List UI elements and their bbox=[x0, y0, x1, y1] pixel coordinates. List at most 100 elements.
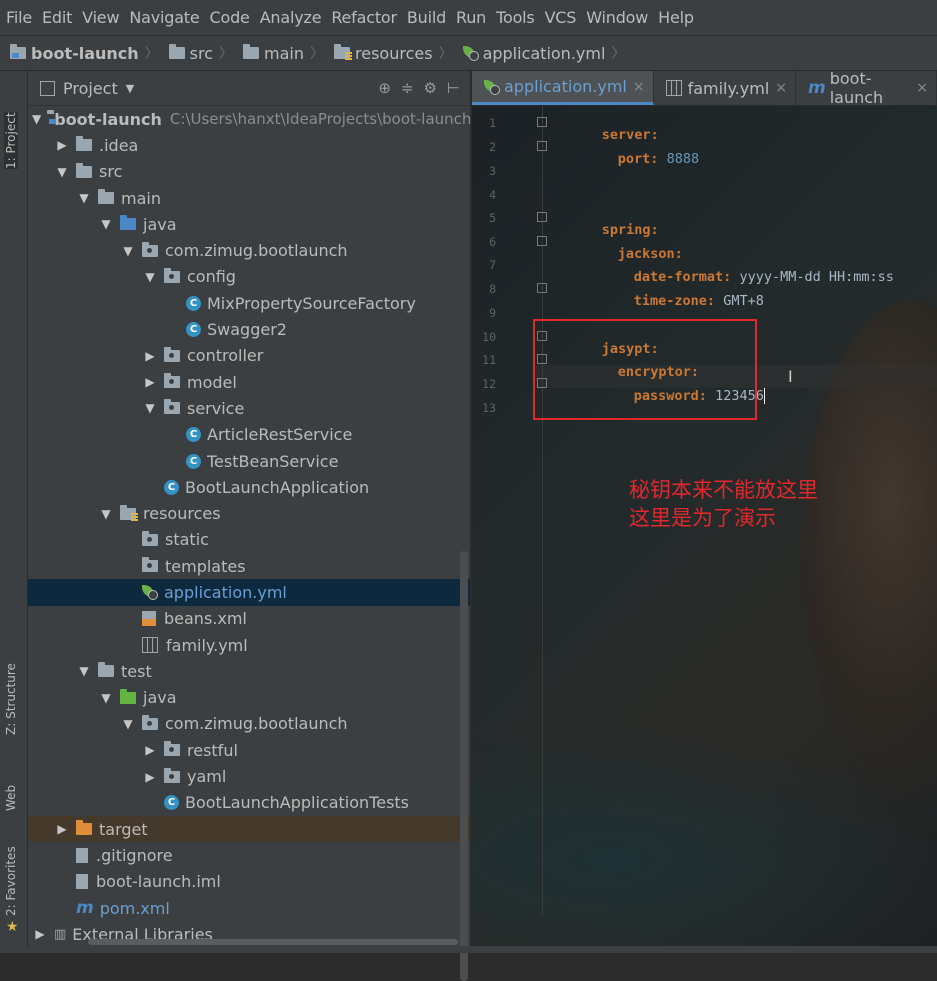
menu-analyze[interactable]: Analyze bbox=[254, 8, 326, 27]
tab-structure-tool[interactable]: Z: Structure bbox=[4, 663, 18, 735]
collapse-arrow-icon[interactable]: ▶ bbox=[54, 822, 70, 836]
tab-favorites-tool[interactable]: 2: Favorites bbox=[4, 846, 18, 916]
tree-item-articlerestservice[interactable]: C ArticleRestService bbox=[28, 422, 470, 448]
collapse-arrow-icon[interactable]: ▶ bbox=[54, 138, 70, 152]
menu-code[interactable]: Code bbox=[204, 8, 254, 27]
tree-item-idea[interactable]: ▶ .idea bbox=[28, 132, 470, 158]
annotation-highlight-box bbox=[533, 319, 757, 420]
tree-item-src[interactable]: ▼ src bbox=[28, 159, 470, 185]
expand-arrow-icon[interactable]: ▼ bbox=[98, 217, 114, 231]
breadcrumb-main[interactable]: main 〉 bbox=[243, 43, 324, 63]
tree-item-family-yml[interactable]: family.yml bbox=[28, 632, 470, 658]
tree-item-swagger2[interactable]: C Swagger2 bbox=[28, 316, 470, 342]
tab-application-yml[interactable]: application.yml × bbox=[472, 71, 654, 105]
tab-label: family.yml bbox=[687, 78, 770, 98]
breadcrumb-file[interactable]: application.yml 〉 bbox=[462, 43, 625, 63]
tree-item-resources[interactable]: ▼ resources bbox=[28, 500, 470, 526]
expand-arrow-icon[interactable]: ▼ bbox=[76, 664, 92, 678]
horizontal-scrollbar[interactable] bbox=[88, 939, 458, 945]
tree-item-yaml[interactable]: ▶ yaml bbox=[28, 763, 470, 789]
tree-item-config[interactable]: ▼ config bbox=[28, 264, 470, 290]
menu-refactor[interactable]: Refactor bbox=[325, 8, 401, 27]
collapse-arrow-icon[interactable]: ▶ bbox=[142, 349, 158, 363]
expand-arrow-icon[interactable]: ▼ bbox=[32, 112, 41, 126]
yaml-file-icon bbox=[665, 80, 682, 96]
menu-help[interactable]: Help bbox=[652, 8, 698, 27]
close-icon[interactable]: × bbox=[775, 80, 787, 96]
folder-icon bbox=[168, 44, 185, 59]
menu-file[interactable]: File bbox=[0, 8, 36, 27]
tab-boot-launch[interactable]: m boot-launch × bbox=[796, 71, 937, 107]
close-icon[interactable]: × bbox=[633, 79, 645, 95]
expand-arrow-icon[interactable]: ▼ bbox=[120, 244, 136, 258]
tree-item-service[interactable]: ▼ service bbox=[28, 395, 470, 421]
expand-arrow-icon[interactable]: ▼ bbox=[120, 717, 136, 731]
hide-panel-icon[interactable]: ⊢ bbox=[447, 79, 460, 97]
breadcrumb-src[interactable]: src 〉 bbox=[168, 43, 233, 63]
menu-tools[interactable]: Tools bbox=[490, 8, 538, 27]
gear-icon[interactable]: ⚙ bbox=[423, 79, 436, 97]
tree-item-application-yml[interactable]: application.yml bbox=[28, 579, 470, 606]
project-panel: Project ▼ ⊕ ≑ ⚙ ⊢ ▼ boot-launch C:\Users… bbox=[28, 71, 471, 981]
tree-item-label: Swagger2 bbox=[207, 320, 287, 340]
close-icon[interactable]: × bbox=[916, 80, 928, 96]
tree-item-gitignore[interactable]: .gitignore bbox=[28, 842, 470, 868]
menu-navigate[interactable]: Navigate bbox=[123, 8, 203, 27]
tree-item-package[interactable]: ▼ com.zimug.bootlaunch bbox=[28, 237, 470, 263]
expand-arrow-icon[interactable]: ▼ bbox=[76, 191, 92, 205]
tree-item-label: model bbox=[187, 372, 237, 392]
code-line-8: time-zone: GMT+8 bbox=[585, 277, 764, 309]
menu-build[interactable]: Build bbox=[401, 8, 450, 27]
menu-vcs[interactable]: VCS bbox=[539, 8, 581, 27]
expand-arrow-icon[interactable]: ▼ bbox=[98, 691, 114, 705]
tree-item-beans-xml[interactable]: beans.xml bbox=[28, 606, 470, 632]
tree-item-bootlaunchapplication[interactable]: C BootLaunchApplication bbox=[28, 474, 470, 500]
collapse-arrow-icon[interactable]: ▶ bbox=[142, 375, 158, 389]
tree-item-label: beans.xml bbox=[164, 609, 247, 629]
tree-item-root[interactable]: ▼ boot-launch C:\Users\hanxt\IdeaProject… bbox=[28, 106, 471, 132]
yaml-value: 8888 bbox=[666, 151, 700, 167]
collapse-all-icon[interactable]: ≑ bbox=[401, 79, 414, 97]
tree-item-testbeanservice[interactable]: C TestBeanService bbox=[28, 448, 470, 474]
menu-view[interactable]: View bbox=[76, 8, 123, 27]
tree-item-iml[interactable]: boot-launch.iml bbox=[28, 869, 470, 895]
breadcrumb-resources[interactable]: resources 〉 bbox=[334, 43, 453, 63]
vertical-scrollbar[interactable] bbox=[460, 551, 468, 981]
tree-item-test-package[interactable]: ▼ com.zimug.bootlaunch bbox=[28, 711, 470, 737]
tree-item-pom[interactable]: m pom.xml bbox=[28, 895, 470, 921]
expand-arrow-icon[interactable]: ▼ bbox=[142, 270, 158, 284]
menu-window[interactable]: Window bbox=[580, 8, 652, 27]
package-icon bbox=[164, 767, 180, 783]
tree-item-label: restful bbox=[187, 740, 238, 760]
tree-item-target[interactable]: ▶ target bbox=[28, 816, 470, 843]
tree-item-test-java[interactable]: ▼ java bbox=[28, 685, 470, 711]
folder-icon bbox=[76, 136, 92, 152]
expand-arrow-icon[interactable]: ▼ bbox=[142, 401, 158, 415]
collapse-arrow-icon[interactable]: ▶ bbox=[142, 743, 158, 757]
locate-icon[interactable]: ⊕ bbox=[378, 79, 391, 97]
tree-item-java[interactable]: ▼ java bbox=[28, 211, 470, 237]
collapse-arrow-icon[interactable]: ▶ bbox=[142, 770, 158, 784]
menu-run[interactable]: Run bbox=[450, 8, 490, 27]
tree-item-model[interactable]: ▶ model bbox=[28, 369, 470, 395]
tree-item-mixpropertysourcefactory[interactable]: C MixPropertySourceFactory bbox=[28, 290, 470, 316]
tab-family-yml[interactable]: family.yml × bbox=[654, 71, 796, 105]
tree-item-restful[interactable]: ▶ restful bbox=[28, 737, 470, 763]
code-line-6: jackson: bbox=[569, 230, 683, 262]
tree-item-main[interactable]: ▼ main bbox=[28, 185, 470, 211]
collapse-arrow-icon[interactable]: ▶ bbox=[32, 927, 48, 941]
tree-item-controller[interactable]: ▶ controller bbox=[28, 343, 470, 369]
tab-project-tool[interactable]: 1: Project bbox=[4, 112, 18, 169]
project-view-selector[interactable]: Project ▼ bbox=[40, 79, 134, 98]
tree-item-bootlaunchapplicationtests[interactable]: C BootLaunchApplicationTests bbox=[28, 790, 470, 816]
tree-item-test[interactable]: ▼ test bbox=[28, 658, 470, 684]
breadcrumb-project[interactable]: boot-launch 〉 bbox=[10, 43, 159, 63]
expand-arrow-icon[interactable]: ▼ bbox=[54, 165, 70, 179]
tree-item-templates[interactable]: templates bbox=[28, 553, 470, 579]
menu-edit[interactable]: Edit bbox=[36, 8, 76, 27]
expand-arrow-icon[interactable]: ▼ bbox=[98, 507, 114, 521]
excluded-folder-icon bbox=[76, 820, 92, 836]
tab-web-tool[interactable]: Web bbox=[4, 785, 18, 811]
tab-web-tool-label: Web bbox=[4, 784, 18, 811]
tree-item-static[interactable]: static bbox=[28, 527, 470, 553]
